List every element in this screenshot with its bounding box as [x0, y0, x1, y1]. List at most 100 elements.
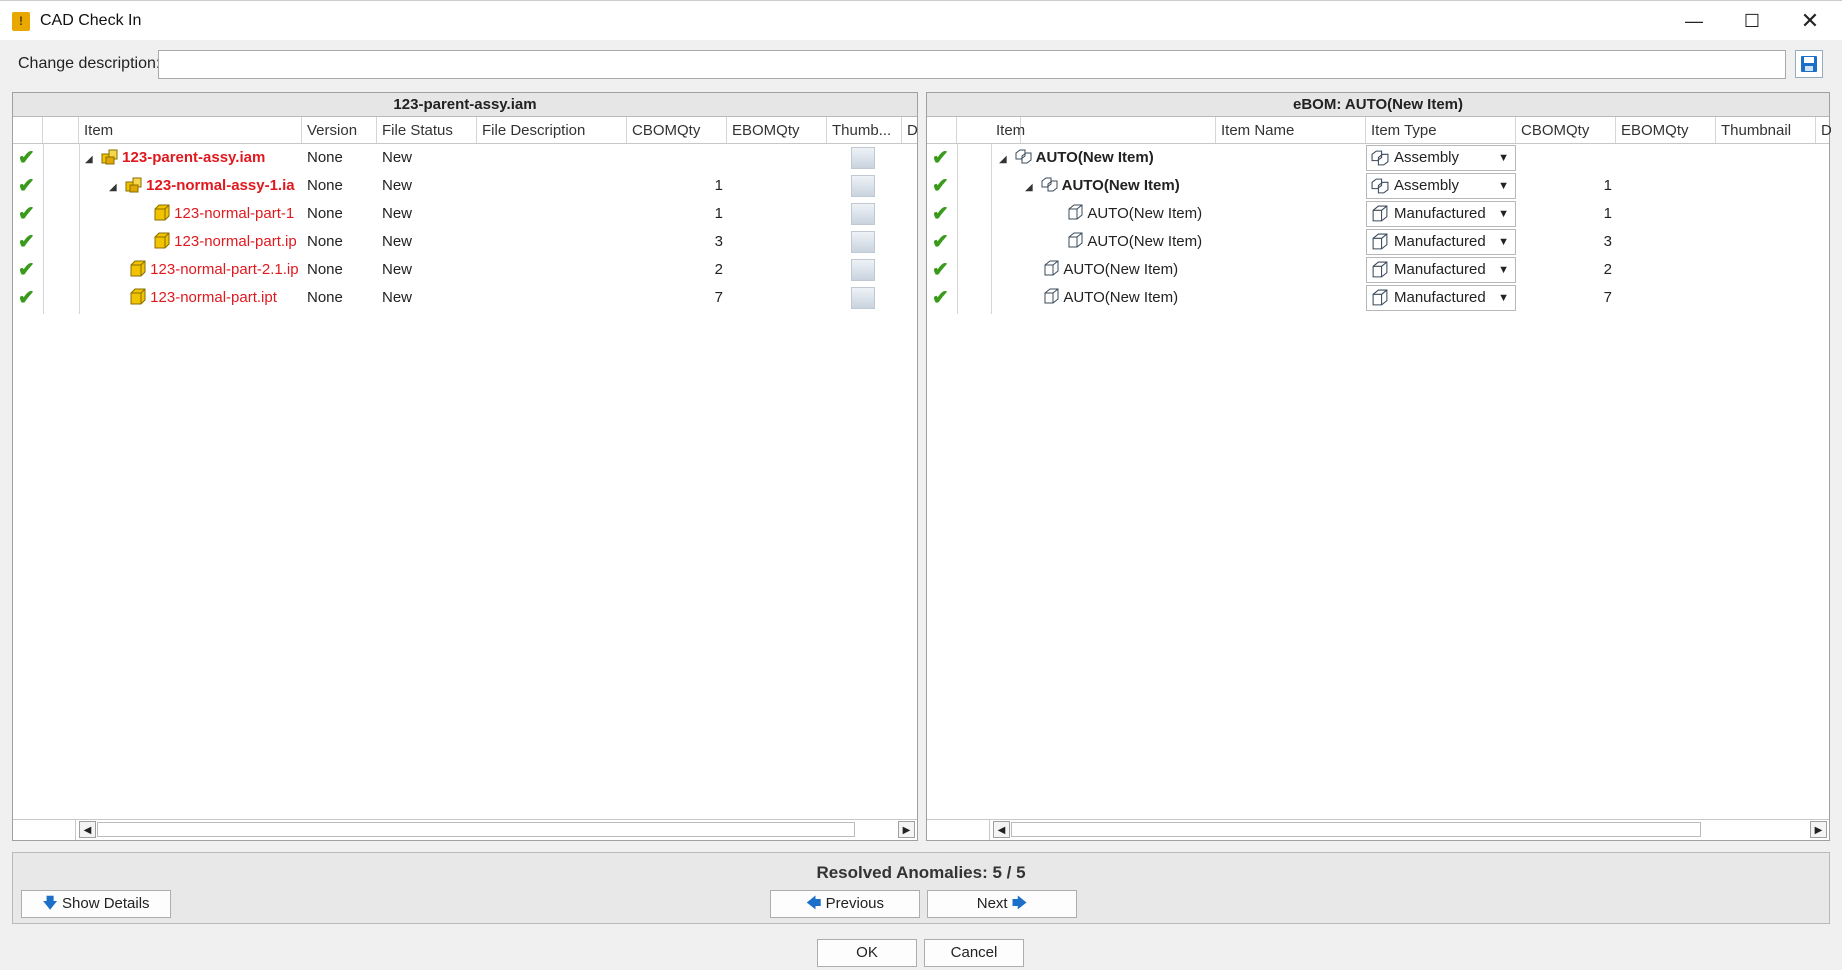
- tree-item[interactable]: 123-normal-part-1: [153, 200, 301, 228]
- col-thumbnail[interactable]: Thumbnail: [1716, 117, 1816, 143]
- table-row[interactable]: ✔ 123-normal-part-2.1.ip None New 2: [13, 256, 917, 284]
- scroll-right-icon[interactable]: ▶: [898, 821, 915, 838]
- tree-item[interactable]: 123-normal-part.ip: [153, 228, 301, 256]
- item-type-select[interactable]: Manufactured ▼: [1366, 229, 1516, 255]
- chevron-down-icon[interactable]: ▼: [1498, 258, 1509, 282]
- tree-item[interactable]: AUTO(New Item): [1015, 144, 1215, 172]
- table-row[interactable]: ✔ AUTO(New Item) Manufactured ▼ 3: [927, 228, 1829, 256]
- table-row[interactable]: ✔ ◢ AUTO(New Item) Assembly ▼: [927, 144, 1829, 172]
- tree-expander[interactable]: ◢: [999, 144, 1007, 172]
- scrollbar-thumb[interactable]: [1011, 822, 1701, 837]
- tree-item[interactable]: 123-normal-part-2.1.ip: [129, 256, 301, 284]
- scroll-left-icon[interactable]: ◀: [79, 821, 96, 838]
- col-item[interactable]: Item: [991, 117, 1216, 143]
- thumbnail-image: [851, 175, 875, 197]
- change-description-label: Change description:: [18, 55, 161, 72]
- resolved-anomalies-label: Resolved Anomalies: 5 / 5: [816, 863, 1026, 882]
- col-cbomqty[interactable]: CBOMQty: [1516, 117, 1616, 143]
- table-row[interactable]: ✔ ◢ 123-parent-assy.iam None New: [13, 144, 917, 172]
- chevron-down-icon[interactable]: ▼: [1498, 286, 1509, 310]
- ok-button[interactable]: OK: [817, 939, 917, 967]
- item-type-select[interactable]: Assembly ▼: [1366, 173, 1516, 199]
- part-icon: [1372, 261, 1388, 278]
- tree-expander[interactable]: ◢: [1025, 172, 1033, 200]
- item-type-select[interactable]: Manufactured ▼: [1366, 285, 1516, 311]
- ebom-tree-body: ✔ ◢ AUTO(New Item) Assembly ▼ ✔ ◢ AUTO(N…: [927, 144, 1829, 794]
- table-row[interactable]: ✔ AUTO(New Item) Manufactured ▼ 1: [927, 200, 1829, 228]
- arrow-right-icon: 🡆: [1011, 895, 1028, 912]
- tree-item[interactable]: AUTO(New Item): [1041, 172, 1215, 200]
- ebom-qty-value: 2: [1603, 261, 1612, 278]
- minimize-icon[interactable]: —: [1664, 1, 1724, 41]
- maximize-icon[interactable]: ☐: [1722, 1, 1782, 41]
- save-icon[interactable]: [1795, 50, 1823, 78]
- table-row[interactable]: ✔ ◢ 123-normal-assy-1.ia None New 1: [13, 172, 917, 200]
- col-file-status[interactable]: File Status: [377, 117, 477, 143]
- tree-item[interactable]: AUTO(New Item): [1043, 256, 1215, 284]
- table-row[interactable]: ✔ AUTO(New Item) Manufactured ▼ 2: [927, 256, 1829, 284]
- horizontal-scrollbar[interactable]: ◀ ▶: [13, 819, 917, 840]
- ebom-qty-value: 3: [714, 233, 723, 250]
- table-row[interactable]: ✔ AUTO(New Item) Manufactured ▼ 7: [927, 284, 1829, 312]
- item-type-select[interactable]: Manufactured ▼: [1366, 257, 1516, 283]
- item-type-select[interactable]: Manufactured ▼: [1366, 201, 1516, 227]
- thumbnail-image: [851, 231, 875, 253]
- col-cbomqty[interactable]: CBOMQty: [627, 117, 727, 143]
- col-d[interactable]: D: [902, 117, 919, 143]
- table-row[interactable]: ✔ 123-normal-part.ip None New 3: [13, 228, 917, 256]
- col-d[interactable]: D: [1816, 117, 1831, 143]
- next-button[interactable]: Next 🡆: [927, 890, 1077, 918]
- item-type-value: Assembly: [1394, 177, 1460, 194]
- chevron-down-icon[interactable]: ▼: [1498, 146, 1509, 170]
- col-version[interactable]: Version: [302, 117, 377, 143]
- tree-item[interactable]: AUTO(New Item): [1067, 228, 1215, 256]
- chevron-down-icon[interactable]: ▼: [1498, 202, 1509, 226]
- change-description-input[interactable]: [158, 50, 1786, 79]
- table-row[interactable]: ✔ ◢ AUTO(New Item) Assembly ▼ 1: [927, 172, 1829, 200]
- col-check[interactable]: [927, 117, 957, 143]
- cad-file-pane: 123-parent-assy.iam Item Version File St…: [12, 92, 918, 841]
- tree-item[interactable]: 123-normal-part.ipt: [129, 284, 301, 312]
- tree-item[interactable]: 123-normal-assy-1.ia: [125, 172, 301, 200]
- item-type-value: Assembly: [1394, 149, 1460, 166]
- scroll-right-icon[interactable]: ▶: [1810, 821, 1827, 838]
- col-item[interactable]: Item: [79, 117, 302, 143]
- col-thumbnail[interactable]: Thumb...: [827, 117, 902, 143]
- col-item-type[interactable]: Item Type: [1366, 117, 1516, 143]
- ebom-pane: eBOM: AUTO(New Item) Item Item Name Item…: [926, 92, 1831, 841]
- tree-expander[interactable]: ◢: [109, 172, 117, 200]
- previous-button[interactable]: 🡄 Previous: [770, 890, 920, 918]
- scroll-left-icon[interactable]: ◀: [993, 821, 1010, 838]
- check-icon: ✔: [932, 287, 949, 309]
- arrow-down-icon: 🡇: [42, 895, 58, 912]
- table-row[interactable]: ✔ 123-normal-part.ipt None New 7: [13, 284, 917, 312]
- assembly-icon: [125, 177, 142, 193]
- assembly-icon: [1371, 178, 1389, 194]
- item-name: 123-normal-part-1: [174, 205, 295, 222]
- table-row[interactable]: ✔ 123-normal-part-1 None New 1: [13, 200, 917, 228]
- col-ebomqty[interactable]: EBOMQty: [727, 117, 827, 143]
- tree-item[interactable]: 123-parent-assy.iam: [101, 144, 301, 172]
- close-icon[interactable]: ✕: [1780, 1, 1840, 41]
- col-ebomqty[interactable]: EBOMQty: [1616, 117, 1716, 143]
- horizontal-scrollbar[interactable]: ◀ ▶: [927, 819, 1829, 840]
- chevron-down-icon[interactable]: ▼: [1498, 174, 1509, 198]
- scrollbar-thumb[interactable]: [97, 822, 855, 837]
- col-file-description[interactable]: File Description: [477, 117, 627, 143]
- tree-expander[interactable]: ◢: [85, 144, 93, 172]
- status-value: New: [382, 205, 413, 222]
- cancel-button[interactable]: Cancel: [924, 939, 1024, 967]
- tree-item[interactable]: AUTO(New Item): [1043, 284, 1215, 312]
- col-check[interactable]: [13, 117, 43, 143]
- show-details-button[interactable]: 🡇 Show Details: [21, 890, 171, 918]
- item-type-select[interactable]: Assembly ▼: [1366, 145, 1516, 171]
- chevron-down-icon[interactable]: ▼: [1498, 230, 1509, 254]
- item-name: 123-normal-part.ip: [174, 233, 297, 250]
- check-icon: ✔: [18, 175, 35, 197]
- tree-item[interactable]: AUTO(New Item): [1067, 200, 1215, 228]
- col-blank[interactable]: [43, 117, 79, 143]
- thumbnail-image: [851, 203, 875, 225]
- part-icon: [1372, 233, 1388, 250]
- ebom-qty-value: [703, 144, 723, 172]
- col-item-name[interactable]: Item Name: [1216, 117, 1366, 143]
